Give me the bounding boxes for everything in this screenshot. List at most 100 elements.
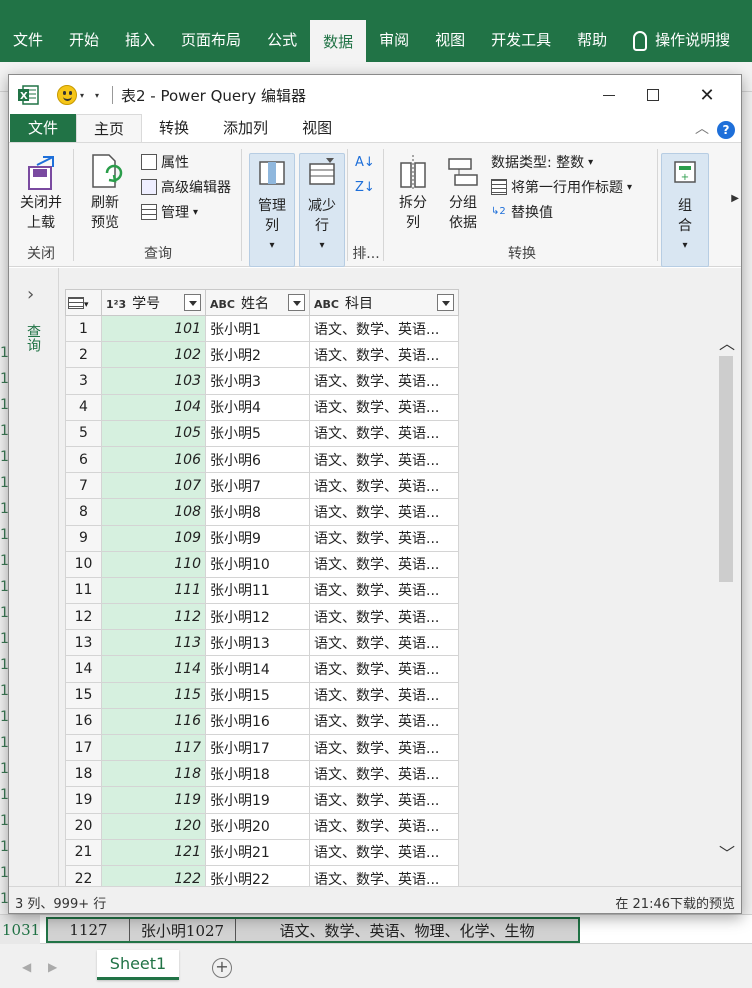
queries-pane-label[interactable]: 查询 — [25, 324, 43, 352]
cell-id[interactable]: 101 — [101, 314, 206, 343]
cell-subject[interactable]: 语文、数学、英语... — [309, 419, 459, 447]
cell-name[interactable]: 张小明16 — [205, 707, 310, 736]
cell-subject[interactable]: 语文、数学、英语... — [309, 760, 459, 788]
cell-name[interactable]: 张小明8 — [205, 498, 310, 526]
row-number[interactable]: 19 — [65, 786, 102, 814]
table-menu-button[interactable]: ▾ — [65, 289, 102, 316]
table-row[interactable]: 9 109 张小明9 语文、数学、英语... — [65, 524, 459, 552]
cell-name[interactable]: 张小明9 — [205, 524, 310, 552]
table-row[interactable]: 3 103 张小明3 语文、数学、英语... — [65, 367, 459, 395]
cell-name[interactable]: 张小明3 — [205, 367, 310, 395]
add-sheet-icon[interactable]: + — [212, 958, 232, 978]
cell-name[interactable]: 张小明17 — [205, 733, 310, 762]
data-type-button[interactable]: 数据类型: 整数 ▾ — [491, 151, 593, 173]
table-row[interactable]: 18 118 张小明18 语文、数学、英语... — [65, 760, 459, 788]
text-type-icon[interactable]: ABC — [314, 298, 339, 311]
tab-add-column[interactable]: 添加列 — [206, 114, 285, 142]
filter-dropdown-icon[interactable] — [288, 294, 305, 311]
cell-name[interactable]: 张小明12 — [205, 603, 310, 631]
table-row[interactable]: 10 110 张小明10 语文、数学、英语... — [65, 550, 459, 578]
cell-id[interactable]: 107 — [101, 472, 206, 500]
cell-name[interactable]: 张小明10 — [205, 550, 310, 578]
row-number[interactable]: 20 — [65, 812, 102, 840]
table-row[interactable]: 4 104 张小明4 语文、数学、英语... — [65, 393, 459, 421]
cell-id[interactable]: 120 — [101, 812, 206, 840]
excel-tab[interactable]: 帮助 — [564, 18, 620, 62]
row-number[interactable]: 11 — [65, 576, 102, 605]
tab-view[interactable]: 视图 — [285, 114, 349, 142]
excel-tab[interactable]: 插入 — [112, 18, 168, 62]
sheet-tab-sheet1[interactable]: Sheet1 — [97, 950, 179, 980]
manage-button[interactable]: 管理 ▾ — [141, 201, 198, 223]
cell-name[interactable]: 张小明18 — [205, 760, 310, 788]
sheet-next-icon[interactable]: ▶ — [48, 960, 57, 974]
column-header-name[interactable]: ABC 姓名 — [205, 289, 310, 316]
replace-values-button[interactable]: ↳2 替换值 — [491, 201, 553, 223]
table-row[interactable]: 16 116 张小明16 语文、数学、英语... — [65, 707, 459, 736]
cell-id[interactable]: 121 — [101, 838, 206, 866]
table-row[interactable]: 11 111 张小明11 语文、数学、英语... — [65, 576, 459, 605]
minimize-icon[interactable] — [587, 79, 631, 111]
cell-id[interactable]: 104 — [101, 393, 206, 421]
row-number[interactable]: 14 — [65, 655, 102, 683]
whole-number-type-icon[interactable]: 1²3 — [106, 298, 126, 311]
cell-name[interactable]: 张小明5 — [205, 419, 310, 447]
tab-transform[interactable]: 转换 — [142, 114, 206, 142]
sort-ascending-icon[interactable]: A↓ — [355, 151, 375, 173]
cell-id[interactable]: 106 — [101, 445, 206, 474]
cell-id[interactable]: 112 — [101, 603, 206, 631]
cell-id[interactable]: 110 — [101, 550, 206, 578]
cell-subject[interactable]: 语文、数学、英语... — [309, 550, 459, 578]
excel-selected-row[interactable]: 1031 1127 张小明1027 语文、数学、英语、物理、化学、生物 — [0, 914, 752, 945]
reduce-rows-button[interactable]: 减少 行 ▾ — [299, 153, 345, 267]
filter-dropdown-icon[interactable] — [437, 294, 454, 311]
cell-name[interactable]: 张小明21 — [205, 838, 310, 866]
cell-subject[interactable]: 语文、数学、英语... — [309, 812, 459, 840]
cell-id[interactable]: 118 — [101, 760, 206, 788]
refresh-preview-button[interactable]: 刷新 预览 — [83, 153, 127, 233]
cell-subject[interactable]: 语文、数学、英语... — [309, 838, 459, 866]
table-row[interactable]: 21 121 张小明21 语文、数学、英语... — [65, 838, 459, 866]
cell-name[interactable]: 张小明1 — [205, 314, 310, 343]
tell-me-box[interactable]: 操作说明搜 — [620, 18, 743, 62]
row-number[interactable]: 5 — [65, 419, 102, 447]
close-load-button[interactable]: 关闭并 上载 — [15, 153, 67, 233]
cell-id[interactable]: 119 — [101, 786, 206, 814]
row-number[interactable]: 13 — [65, 629, 102, 657]
tab-home[interactable]: 主页 — [76, 114, 143, 142]
table-row[interactable]: 1 101 张小明1 语文、数学、英语... — [65, 314, 459, 343]
cell-id[interactable]: 111 — [101, 576, 206, 605]
vertical-scrollbar[interactable]: ︿ ﹀ — [717, 328, 735, 868]
excel-tab[interactable]: 文件 — [0, 18, 56, 62]
column-header-id[interactable]: 1²3 学号 — [101, 289, 206, 316]
scrollbar-thumb[interactable] — [719, 356, 733, 582]
cell-subject[interactable]: 语文、数学、英语... — [309, 629, 459, 657]
cell-id[interactable]: 109 — [101, 524, 206, 552]
table-row[interactable]: 15 115 张小明15 语文、数学、英语... — [65, 681, 459, 709]
table-row[interactable]: 2 102 张小明2 语文、数学、英语... — [65, 341, 459, 369]
combine-button[interactable]: + 组 合 ▾ — [661, 153, 709, 267]
feedback-dropdown-icon[interactable]: ▾ — [80, 91, 84, 100]
row-number[interactable]: 12 — [65, 603, 102, 631]
table-row[interactable]: 13 113 张小明13 语文、数学、英语... — [65, 629, 459, 657]
row-number[interactable]: 6 — [65, 445, 102, 474]
cell-subject[interactable]: 语文、数学、英语... — [309, 524, 459, 552]
excel-selected-cells[interactable]: 1127 张小明1027 语文、数学、英语、物理、化学、生物 — [46, 917, 580, 943]
help-icon[interactable]: ? — [717, 121, 735, 139]
cell-subject[interactable]: 语文、数学、英语... — [309, 786, 459, 814]
row-number[interactable]: 15 — [65, 681, 102, 709]
excel-tab[interactable]: 页面布局 — [168, 18, 254, 62]
maximize-icon[interactable] — [631, 79, 675, 111]
close-icon[interactable]: ✕ — [685, 79, 729, 111]
advanced-editor-button[interactable]: 高级编辑器 — [141, 176, 231, 198]
excel-cell-subjects[interactable]: 语文、数学、英语、物理、化学、生物 — [236, 919, 578, 941]
sort-descending-icon[interactable]: Z↓ — [355, 176, 375, 198]
cell-id[interactable]: 103 — [101, 367, 206, 395]
cell-id[interactable]: 117 — [101, 733, 206, 762]
cell-id[interactable]: 102 — [101, 341, 206, 369]
scroll-up-icon[interactable]: ︿ — [719, 330, 735, 354]
cell-id[interactable]: 108 — [101, 498, 206, 526]
table-row[interactable]: 7 107 张小明7 语文、数学、英语... — [65, 472, 459, 500]
split-column-button[interactable]: 拆分 列 — [391, 153, 435, 233]
cell-subject[interactable]: 语文、数学、英语... — [309, 445, 459, 474]
